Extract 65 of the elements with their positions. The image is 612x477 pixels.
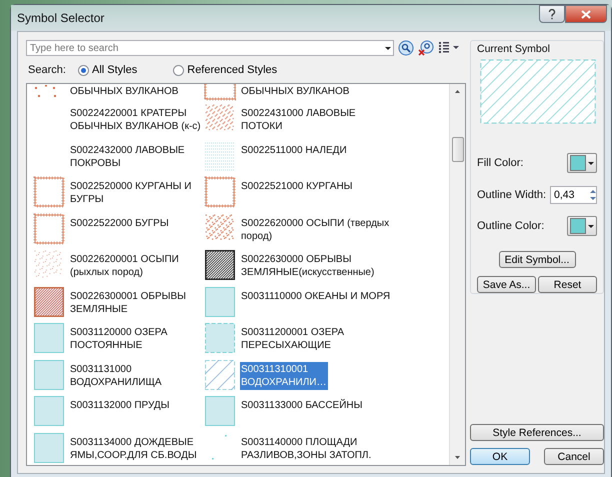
ticked-square-icon xyxy=(204,84,236,101)
symbol-label[interactable]: S0031140000 ПЛОЩАДИ РАЗЛИВОВ,ЗОНЫ ЗАТОПЛ. xyxy=(240,434,372,462)
edit-symbol-button[interactable]: Edit Symbol... xyxy=(498,251,576,268)
ticked-square-icon xyxy=(204,176,236,208)
symbol-label[interactable]: S0031133000 БАССЕЙНЫ xyxy=(240,398,364,413)
help-button[interactable] xyxy=(539,5,565,23)
dotted-swatch-icon xyxy=(34,250,64,280)
color-picker[interactable] xyxy=(567,152,597,173)
symbol-label[interactable]: S0022431000 ЛАВОВЫЕ ПОТОКИ xyxy=(240,106,357,134)
window-title: Symbol Selector xyxy=(17,11,106,25)
symbol-label[interactable]: S0022511000 НАЛЕДИ xyxy=(240,142,348,158)
group-title: Current Symbol xyxy=(477,43,551,55)
symbol-label[interactable]: S0031134000 ДОЖДЕВЫЕ ЯМЫ,СООР.ДЛЯ СБ.ВОДЫ xyxy=(69,434,198,462)
water-swatch-icon xyxy=(34,396,64,426)
symbol-label[interactable]: S0031132000 ПРУДЫ xyxy=(69,398,170,413)
symbol-label[interactable]: S0031120000 ОЗЕРА ПОСТОЯННЫЕ xyxy=(69,325,168,353)
water-swatch-icon xyxy=(34,323,64,354)
symbol-label[interactable]: S00311310001 ВОДОХРАНИЛИ… xyxy=(240,362,328,390)
cancel-button[interactable]: Cancel xyxy=(544,448,604,465)
close-button[interactable] xyxy=(565,5,607,23)
radio-button[interactable]: All Styles xyxy=(78,64,138,76)
symbol-label[interactable]: S0022620000 ОСЫПИ (твердых пород) xyxy=(240,216,390,244)
hatched-swatch-icon xyxy=(205,250,235,280)
symbol-label[interactable]: S00224220001 КРАТЕРЫ ОБЫЧНЫХ ВУЛКАНОВ (к-с) xyxy=(69,106,202,134)
view-options-icon[interactable] xyxy=(438,41,460,55)
help-icon xyxy=(548,8,556,20)
symbol-label[interactable]: S0022630000 ОБРЫВЫ ЗЕМЛЯНЫЕ(искусственные) xyxy=(240,252,376,280)
search-label: Search: xyxy=(28,64,67,76)
hatched-swatch-icon xyxy=(34,286,64,317)
style-references-button[interactable]: Style References... xyxy=(470,424,604,441)
dotted-swatch-icon xyxy=(205,140,235,171)
water-swatch-icon xyxy=(205,396,235,426)
ticked-square-icon xyxy=(33,176,65,208)
clear-search-icon[interactable] xyxy=(418,40,434,56)
water-swatch-icon xyxy=(205,323,235,354)
dialog-button[interactable]: Save As... xyxy=(477,276,536,294)
symbol-label[interactable]: S0022521000 КУРГАНЫ xyxy=(240,179,354,194)
symbol-label[interactable]: S00226300001 ОБРЫВЫ ЗЕМЛЯНЫЕ xyxy=(69,288,188,316)
ticked-square-icon xyxy=(33,212,65,245)
symbol-label[interactable]: S0022520000 КУРГАНЫ И БУГРЫ xyxy=(69,179,192,207)
radio-button[interactable]: Referenced Styles xyxy=(173,64,278,76)
number-spinner[interactable]: 0,43 xyxy=(550,186,597,204)
symbol-label[interactable]: S00226200001 ОСЫПИ (рыхлых пород) xyxy=(69,252,180,280)
field-label: Outline Width: xyxy=(477,188,546,201)
water-swatch-icon xyxy=(205,286,235,317)
field-label: Outline Color: xyxy=(477,220,544,232)
color-picker[interactable] xyxy=(567,216,597,236)
hatched-swatch-icon xyxy=(205,360,235,390)
search-icon[interactable] xyxy=(398,40,414,56)
symbol-label[interactable]: S0022522000 БУГРЫ xyxy=(69,216,170,230)
field-label: Fill Color: xyxy=(477,156,524,169)
scroll-thumb[interactable] xyxy=(452,137,464,162)
symbol-label[interactable]: S00311200001 ОЗЕРА ПЕРЕСЫХАЮЩИЕ xyxy=(240,325,346,353)
symbol-label[interactable]: S0031110000 ОКЕАНЫ И МОРЯ xyxy=(240,288,392,304)
dialog-button[interactable]: Reset xyxy=(538,276,597,294)
water-swatch-icon xyxy=(34,432,64,463)
close-icon xyxy=(581,10,591,18)
search-box[interactable]: Type here to search xyxy=(26,40,394,56)
symbol-label[interactable]: S0031131000 ВОДОХРАНИЛИЩА xyxy=(69,362,163,390)
symbol-label[interactable]: ОБЫЧНЫХ ВУЛКАНОВ xyxy=(69,84,180,99)
symbol-label[interactable]: ОБЫЧНЫХ ВУЛКАНОВ xyxy=(240,84,350,99)
search-field[interactable]: Type here to search xyxy=(27,42,383,54)
symbol-label[interactable]: S0022432000 ЛАВОВЫЕ ПОКРОВЫ xyxy=(69,142,186,170)
water-swatch-icon xyxy=(34,360,64,390)
ok-button[interactable]: OK xyxy=(470,448,530,465)
